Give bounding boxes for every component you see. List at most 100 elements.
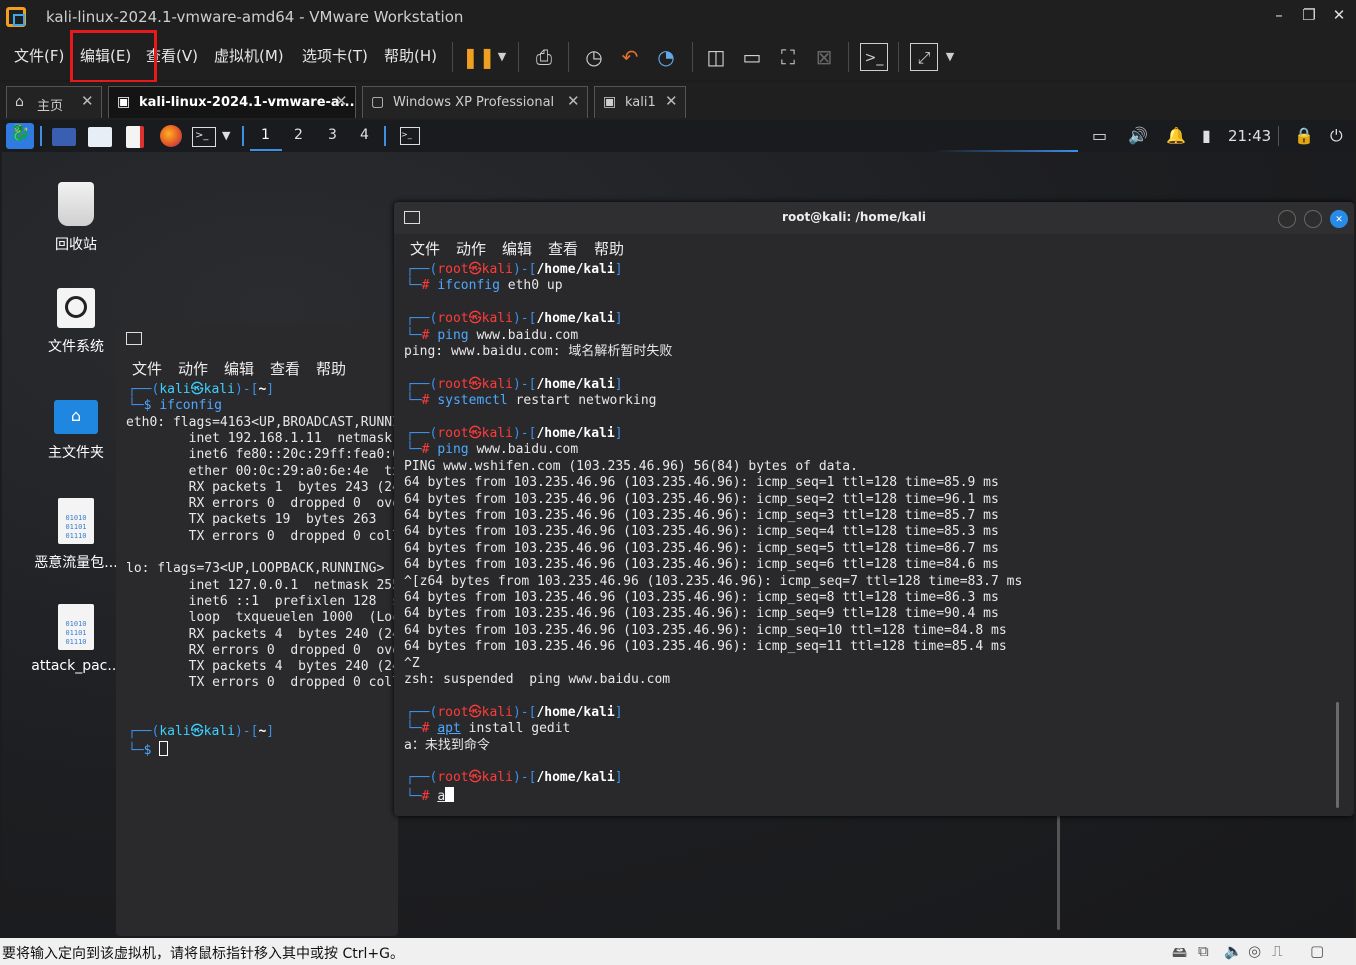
menu-tabs[interactable]: 选项卡(T) [302, 45, 368, 66]
command-line: └─$ ifconfig [128, 398, 222, 415]
prompt-bracket: ┌──( [406, 376, 438, 392]
pause-icon[interactable]: ❚❚ [462, 43, 496, 71]
desktop-icon-filesystem[interactable]: 文件系统 [26, 288, 126, 356]
kali-menu-icon[interactable]: 🐉 [6, 123, 34, 149]
terminal-menu-item[interactable]: 文件 [410, 238, 440, 259]
close-icon[interactable]: ✕ [81, 92, 94, 110]
message-log-icon[interactable]: ▢ [1310, 942, 1324, 960]
thumbnail-bar-icon[interactable]: ▭ [738, 43, 766, 71]
lock-icon[interactable]: 🔒 [1294, 126, 1314, 145]
prompt-symbol: $ [143, 742, 160, 758]
sound-card-icon[interactable]: 🔈 [1224, 942, 1243, 960]
maximize-button[interactable] [1304, 210, 1322, 228]
terminal-icon[interactable]: >_ [192, 127, 216, 147]
sidebar-toggle-icon[interactable]: ◫ [702, 43, 730, 71]
menu-vm[interactable]: 虚拟机(M) [214, 45, 284, 66]
snapshot-icon[interactable]: ◷ [580, 43, 608, 71]
terminal-menu-item[interactable]: 帮助 [594, 238, 624, 259]
terminal-menu-item[interactable]: 动作 [178, 358, 208, 379]
network-icon[interactable]: ⧉ [1198, 942, 1209, 960]
prompt-at-icon: ㉿ [190, 382, 204, 397]
output-line: RX errors 0 dropped 0 overruns 0 frame 0 [188, 496, 398, 512]
close-icon[interactable]: ✕ [335, 92, 348, 110]
clock[interactable]: 21:43 [1228, 127, 1271, 145]
logout-icon[interactable]: ⏻ [1330, 126, 1343, 146]
menu-file[interactable]: 文件(F) [14, 45, 64, 66]
vm-screen[interactable]: 🐉 >_ ▼ 1 2 3 4 >_ ▭ 🔊 🔔 ▮ 21:43 🔒 ⏻ 回收站 … [2, 120, 1354, 938]
output-line: inet 127.0.0.1 netmask 255.0.0.0 [188, 577, 398, 593]
minimize-button[interactable] [1278, 210, 1296, 228]
workspace-2[interactable]: 2 [294, 127, 303, 143]
left-terminal-scrollbar[interactable] [1057, 800, 1060, 930]
desktop-icon-pcap-2[interactable]: 01010 01101 01110 attack_pac... [26, 604, 126, 674]
output-line: inet6 fe80::20c:29ff:fea0:6e4e prefixlen… [188, 447, 398, 463]
terminal-menu-item[interactable]: 帮助 [316, 358, 346, 379]
terminal-menu-item[interactable]: 查看 [270, 358, 300, 379]
file-manager-icon[interactable] [88, 127, 112, 147]
tab-kali1[interactable]: ▣ kali1 ✕ [594, 86, 686, 118]
prompt-bracket: )-[ [234, 382, 259, 397]
minimize-button[interactable]: – [1266, 6, 1292, 24]
menu-help[interactable]: 帮助(H) [384, 45, 437, 66]
prompt-user: root [437, 426, 469, 441]
prompt-user: root [437, 770, 469, 786]
prompt-bracket: )-[ [512, 770, 537, 786]
workspace-1[interactable]: 1 [261, 127, 270, 143]
full-screen-icon[interactable]: ⛶ [774, 43, 802, 71]
terminal-menu-item[interactable]: 动作 [456, 238, 486, 259]
prompt-bracket: ] [614, 262, 623, 277]
command-name: apt [437, 721, 461, 737]
terminal-menu-item[interactable]: 编辑 [502, 238, 532, 259]
pcap-file-icon: 01010 01101 01110 [58, 498, 94, 544]
text-editor-icon[interactable] [126, 126, 144, 148]
close-button[interactable]: ✕ [1330, 210, 1348, 228]
scrollbar[interactable] [1336, 702, 1339, 808]
output-line: 64 bytes from 103.235.46.96 (103.235.46.… [404, 622, 1007, 638]
prompt-line: ┌──(kali㉿kali)-[~] [128, 382, 274, 399]
cd-rom-icon[interactable]: ◎ [1248, 942, 1261, 960]
notification-bell-icon[interactable]: 🔔 [1166, 126, 1186, 145]
close-icon[interactable]: ✕ [665, 92, 678, 110]
tab-home[interactable]: ⌂ 主页 ✕ [6, 86, 102, 118]
desktop-icon-pcap-1[interactable]: 01010 01101 01110 恶意流量包... [26, 498, 126, 572]
toolbar-divider [692, 42, 693, 72]
command-input[interactable]: a [437, 789, 445, 804]
toolbar-divider [518, 42, 519, 72]
console-view-icon[interactable]: >_ [860, 43, 888, 71]
trash-icon [58, 182, 94, 226]
send-ctrl-alt-del-icon[interactable]: ⎙ [530, 43, 558, 71]
terminal-window-button-icon[interactable]: >_ [400, 127, 420, 145]
terminal-menu-item[interactable]: 文件 [132, 358, 162, 379]
chevron-down-icon[interactable]: ▼ [488, 43, 516, 71]
revert-snapshot-icon[interactable]: ↶ [616, 43, 644, 71]
chevron-down-icon[interactable]: ▼ [222, 129, 230, 142]
command-name: ping [437, 442, 469, 458]
hard-disk-icon[interactable]: 🖴 [1172, 942, 1187, 965]
terminal-menu-item[interactable]: 查看 [548, 238, 578, 259]
desktop-icon-trash[interactable]: 回收站 [26, 182, 126, 254]
close-button[interactable]: ✕ [1326, 6, 1352, 24]
firefox-icon[interactable] [160, 125, 182, 147]
tab-kali-linux[interactable]: ▣ kali-linux-2024.1-vmware-a... ✕ [108, 86, 356, 118]
snapshot-manager-icon[interactable]: ◔ [652, 43, 680, 71]
stretch-guest-icon[interactable]: ⤢ [910, 43, 938, 71]
workspace-3[interactable]: 3 [328, 127, 337, 143]
prompt-dir: /home/kali [536, 704, 615, 720]
restore-button[interactable]: ❐ [1296, 6, 1322, 24]
volume-icon[interactable]: 🔊 [1128, 126, 1148, 145]
terminal-window-root[interactable]: root@kali: /home/kali ✕ 文件 动作 编辑 查看 帮助 ┌──(ro… [394, 202, 1354, 816]
display-icon[interactable]: ▭ [1092, 126, 1107, 145]
desktop-icon-home[interactable]: 主文件夹 [26, 400, 126, 462]
workspace-4[interactable]: 4 [360, 127, 369, 143]
close-icon[interactable]: ✕ [567, 92, 580, 110]
terminal-menu-item[interactable]: 编辑 [224, 358, 254, 379]
terminal-window-user[interactable]: 文件 动作 编辑 查看 帮助 ┌──(kali㉿kali)-[~] └─$ ifconfig… [116, 324, 398, 936]
prompt-dir: /home/kali [536, 770, 615, 786]
show-desktop-icon[interactable] [52, 128, 76, 146]
battery-icon: ▮ [1202, 126, 1211, 145]
tab-windows-xp[interactable]: ▢ Windows XP Professional ✕ [362, 86, 588, 118]
chevron-down-icon[interactable]: ▼ [936, 43, 964, 71]
usb-icon[interactable]: ⎍ [1272, 942, 1283, 960]
command-args: www.baidu.com [468, 327, 579, 343]
command-args: www.baidu.com [468, 442, 579, 458]
